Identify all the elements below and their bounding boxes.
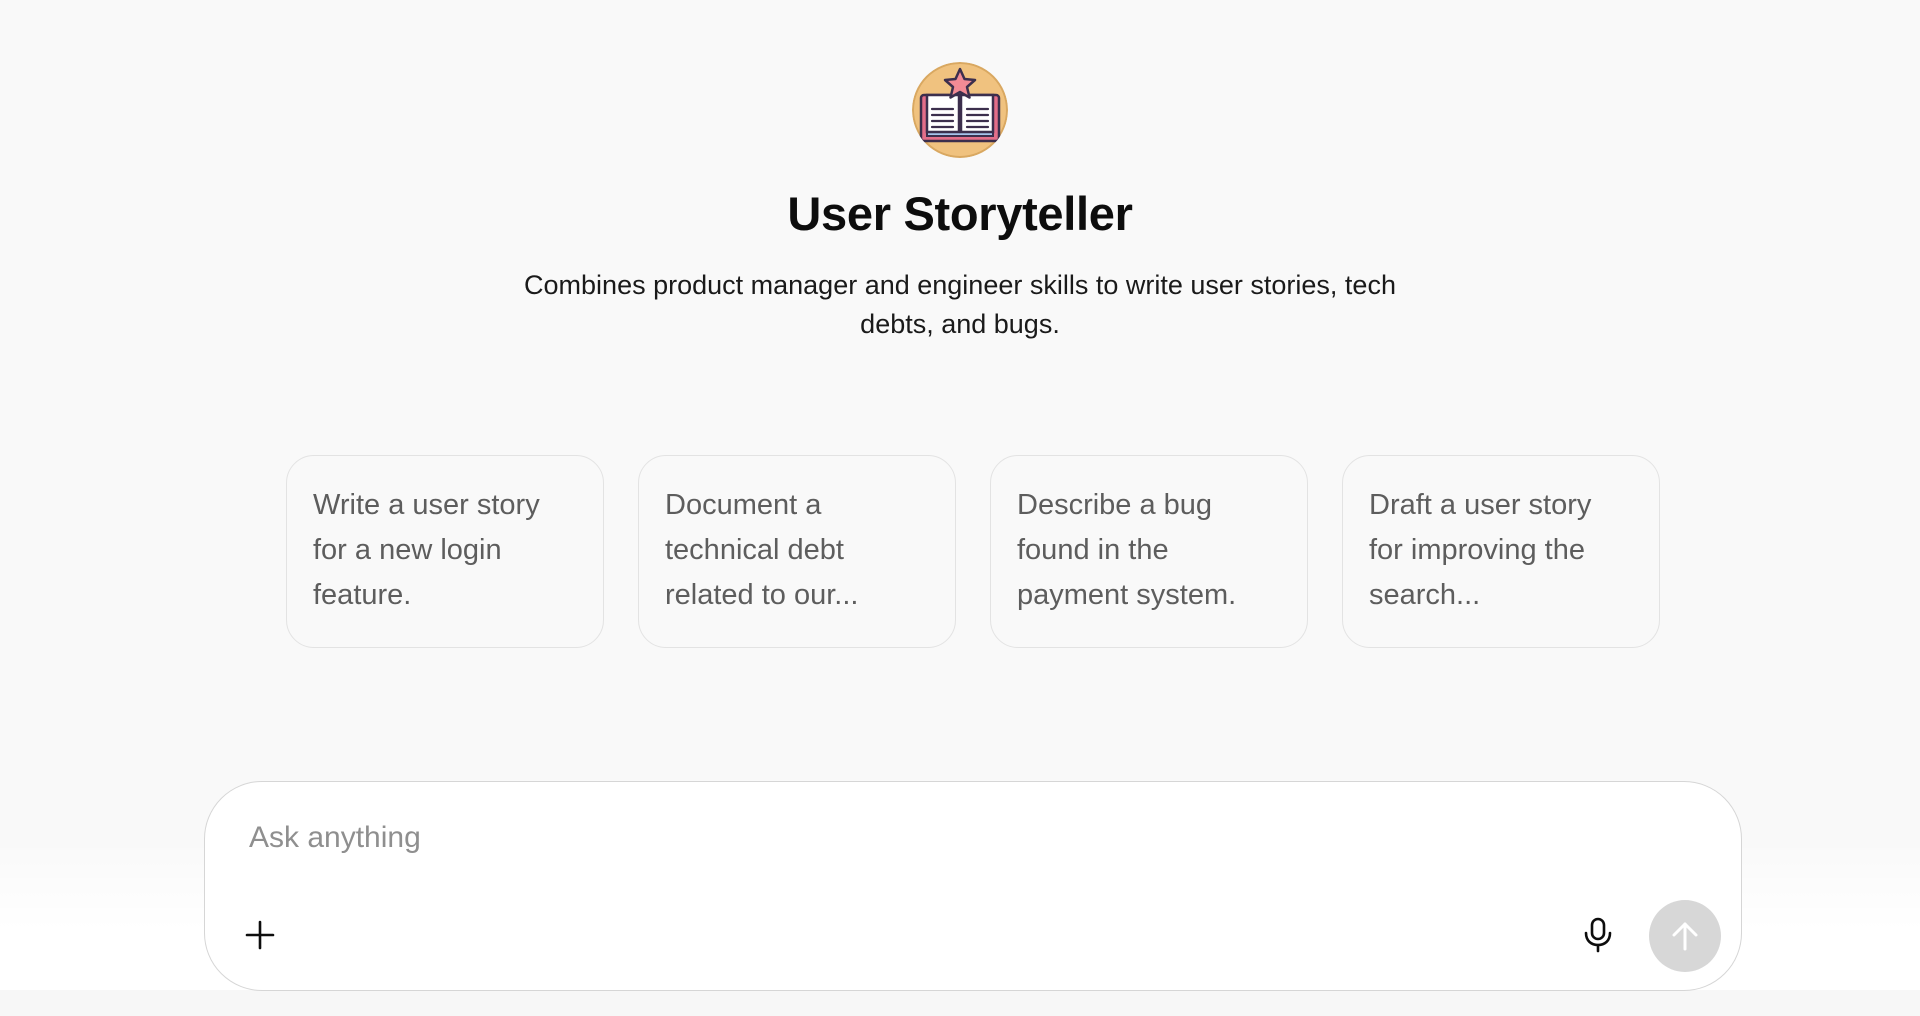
dictate-button[interactable] (1573, 910, 1623, 960)
starter-card[interactable]: Document a technical debt related to our… (638, 455, 956, 648)
starter-card-label: Draft a user story for improving the sea… (1369, 489, 1592, 611)
conversation-starters: Write a user story for a new login featu… (286, 455, 1660, 648)
gpt-header: User Storyteller Combines product manage… (0, 62, 1920, 344)
gpt-title: User Storyteller (787, 187, 1133, 240)
starter-card[interactable]: Draft a user story for improving the sea… (1342, 455, 1660, 648)
open-book-star-icon (912, 62, 1008, 158)
message-input[interactable] (247, 812, 1651, 864)
attach-button[interactable] (235, 910, 285, 960)
starter-card[interactable]: Describe a bug found in the payment syst… (990, 455, 1308, 648)
bottom-strip (0, 990, 1920, 1016)
arrow-up-icon (1672, 922, 1698, 951)
plus-icon (245, 920, 275, 950)
starter-card-label: Document a technical debt related to our… (665, 489, 859, 611)
microphone-icon (1584, 917, 1612, 953)
starter-card[interactable]: Write a user story for a new login featu… (286, 455, 604, 648)
message-composer (204, 781, 1742, 991)
chat-page: User Storyteller Combines product manage… (0, 0, 1920, 1016)
gpt-description: Combines product manager and engineer sk… (524, 270, 1396, 339)
starter-card-label: Describe a bug found in the payment syst… (1017, 489, 1237, 611)
starter-card-label: Write a user story for a new login featu… (313, 489, 540, 611)
send-button[interactable] (1649, 900, 1721, 972)
